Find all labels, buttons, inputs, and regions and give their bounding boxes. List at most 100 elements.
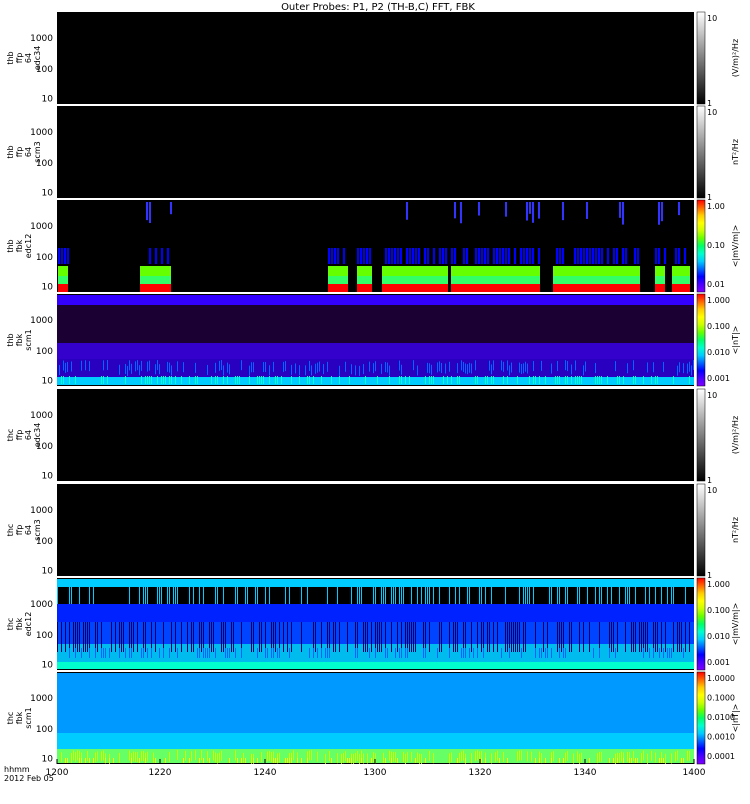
spectrogram-cell [253,758,254,763]
spectrogram-cell [571,364,572,375]
spectrogram-cell [249,376,250,384]
spectrogram-cell [261,752,262,763]
spectrogram-cell [597,753,598,764]
spectrogram-cell [93,758,94,763]
spectrogram-cell [89,622,90,652]
spectrogram-cell [655,376,656,384]
spectrogram-cell [502,248,504,264]
spectrogram-cell [569,622,570,652]
spectrogram-cell [484,248,486,264]
spectrogram-cell [115,622,116,652]
figure-title: Outer Probes: P1, P2 (TH-B,C) FFT, FBK [281,2,475,13]
spectrogram-cell [647,753,648,764]
spectrogram-cell [467,587,468,604]
spectrogram-cell [559,587,560,604]
spectrogram-cell [478,202,480,216]
spectrogram-cell [227,648,228,658]
spectrogram-cell [57,377,694,385]
ylabel-line: edc34 [33,46,42,71]
spectrogram-cell [271,622,272,652]
spectrogram-cell [527,751,528,762]
spectrogram-cell [671,587,672,604]
spectrogram-cell [403,587,404,604]
spectrogram-cell [57,587,58,604]
spectrogram-cell [633,376,634,384]
panel-thc-fbk-scm1: 100010010thc fbk scm11.00000.10000.01000.0… [6,671,740,765]
spectrogram-cell [539,376,540,384]
spectrogram-cell [341,753,342,764]
spectrogram-cell [235,648,236,658]
spectrogram-cell [433,587,434,604]
spectrogram-cell [223,365,224,376]
spectrogram-cell [541,648,542,658]
spectrogram-cell [229,758,230,763]
y-tick-label: 1000 [30,411,53,421]
spectrogram-cell [567,587,568,604]
spectrogram-cell [93,587,94,604]
spectrogram-cell [473,648,474,658]
panel-ylabel: thb fbk edc12 [6,234,33,259]
spectrogram-cell [119,364,120,375]
spectrogram-cell [463,648,464,658]
spectrogram-cell [679,622,680,652]
spectrogram-cell [653,622,654,652]
spectrogram-cell [245,758,246,763]
panel-ylabel: thc ffp 64 scm3 [6,519,42,540]
spectrogram-cell [634,248,636,264]
spectrogram-cell [277,376,278,384]
spectrogram-cell [389,750,390,761]
y-tick-label: 10 [42,282,54,292]
spectrogram-cell [73,622,74,652]
spectrogram-cell [229,364,230,375]
spectrogram-cell [273,622,274,652]
spectrogram-cell [337,248,339,264]
spectrogram-cell [249,365,250,376]
spectrogram-cell [207,751,208,762]
spectrogram-cell [449,648,450,658]
spectrogram-cell [89,648,90,658]
spectrogram-cell [73,750,74,761]
spectrogram-cell [491,364,492,375]
spectrogram-cell [211,622,212,652]
spectrogram-cell [439,361,440,372]
colorbar [696,671,706,765]
spectrogram-cell [637,758,638,763]
spectrogram-cell [519,362,520,373]
spectrogram-cell [159,648,160,658]
spectrogram-cell [553,266,640,276]
ylabel-line: ffp [15,430,24,441]
colorbar-tick-label: 0.100 [707,322,730,331]
spectrogram-cell [505,248,507,264]
ylabel-line: fbk [15,333,24,346]
spectrogram-cell [520,248,522,264]
spectrogram-cell [431,364,432,375]
spectrogram-cell [459,376,460,384]
spectrogram-cell [275,622,276,652]
spectrogram-cell [269,750,270,761]
spectrogram-cell [557,587,558,604]
spectrogram-cell [149,202,151,224]
spectrogram-cell [481,758,482,763]
spectrogram-cell [149,376,150,384]
spectrogram-cell [133,751,134,762]
spectrogram-cell [477,622,478,652]
spectrogram-cell [412,248,414,264]
spectrogram-cell [664,248,666,264]
panels-group: 100010010thb ffp 64 edc34101(V/m)²/Hz100010… [6,11,740,765]
spectrogram-cell [553,284,640,292]
spectrogram-cell [407,648,408,658]
spectrogram-cell [496,248,498,264]
spectrogram-cell [394,248,396,264]
spectrogram-cell [655,587,656,604]
spectrogram-cell [655,276,665,284]
spectrogram-cell [557,360,558,371]
spectrogram-cell [147,376,148,384]
spectrogram-cell [85,360,86,371]
spectrogram-cell [609,758,610,763]
spectrogram-cell [291,364,292,375]
spectrogram-cell [631,622,632,652]
spectrogram-cell [239,376,240,384]
spectrogram-cell [339,622,340,652]
spectrogram-cell [161,248,163,264]
spectrogram-cell [611,587,612,604]
